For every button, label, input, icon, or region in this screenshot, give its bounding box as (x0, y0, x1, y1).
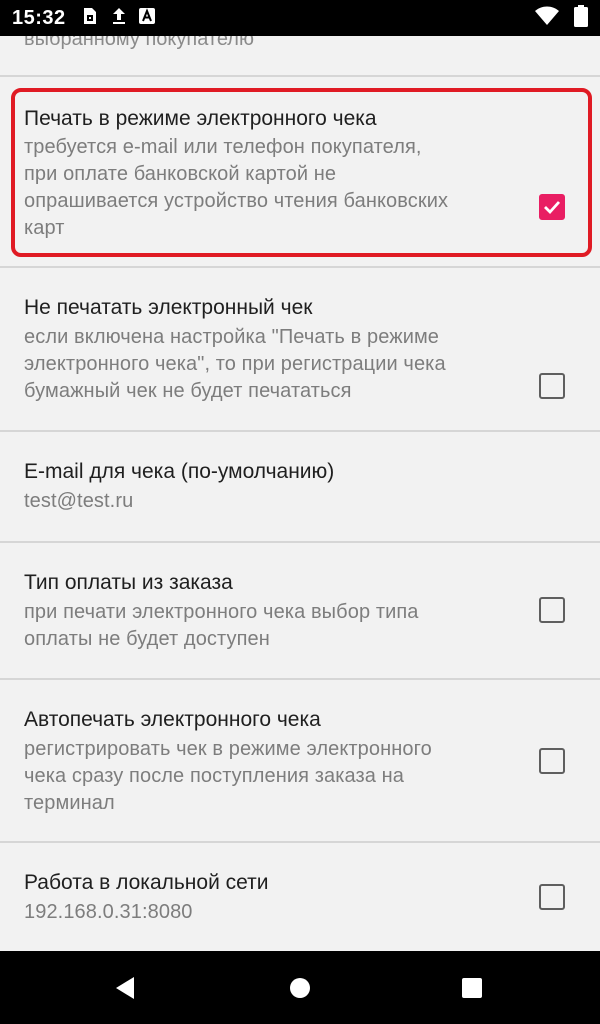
pref-title: Автопечать электронного чека (24, 708, 321, 731)
pref-title: E-mail для чека (по-умолчанию) (24, 460, 335, 483)
home-circle-icon (290, 977, 310, 998)
battery-icon (574, 4, 588, 32)
pref-summary: test@test.ru (24, 490, 134, 512)
pref-payment-type-from-order[interactable]: Тип оплаты из заказа при печати электрон… (0, 543, 600, 679)
pref-default-email[interactable]: E-mail для чека (по-умолчанию) test@test… (0, 432, 600, 542)
pref-local-network[interactable]: Работа в локальной сети 192.168.0.31:808… (0, 843, 600, 951)
sim-card-icon (80, 6, 100, 31)
partial-summary: выбранному покупателю (24, 36, 254, 50)
payment-type-from-order-checkbox[interactable] (539, 597, 565, 623)
print-electronic-receipt-checkbox[interactable] (539, 194, 565, 220)
upload-icon (110, 6, 128, 31)
pref-summary: требуется e-mail или телефон покупателя,… (24, 136, 449, 239)
status-time: 15:32 (12, 6, 66, 29)
status-bar: 15:32 (0, 0, 600, 36)
autoprint-electronic-receipt-checkbox[interactable] (539, 748, 565, 774)
check-icon (544, 201, 561, 215)
pref-title: Печать в режиме электронного чека (24, 107, 377, 130)
navigation-bar (0, 951, 600, 1024)
pref-title: Тип оплаты из заказа (24, 571, 233, 594)
pref-no-print-electronic-receipt[interactable]: Не печатать электронный чек если включен… (0, 268, 600, 432)
local-network-checkbox[interactable] (539, 884, 565, 910)
status-notification-icons (80, 6, 156, 31)
pref-summary: если включена настройка "Печать в режиме… (24, 326, 446, 402)
home-button[interactable] (240, 951, 360, 1024)
back-button[interactable] (65, 951, 185, 1024)
wifi-icon (534, 6, 560, 31)
pref-title: Работа в локальной сети (24, 871, 269, 894)
keyboard-a-icon (138, 7, 156, 30)
no-print-electronic-receipt-checkbox[interactable] (539, 373, 565, 399)
pref-summary: 192.168.0.31:8080 (24, 901, 193, 923)
recents-button[interactable] (412, 951, 532, 1024)
pref-print-electronic-receipt[interactable]: Печать в режиме электронного чека требуе… (0, 77, 600, 268)
preferences-list[interactable]: выбранному покупателю Печать в режиме эл… (0, 36, 600, 951)
pref-summary: регистрировать чек в режиме электронного… (24, 738, 432, 814)
pref-title: Не печатать электронный чек (24, 296, 313, 319)
back-triangle-icon (116, 976, 134, 999)
pref-autoprint-electronic-receipt[interactable]: Автопечать электронного чека регистриров… (0, 680, 600, 842)
recents-square-icon (462, 977, 482, 998)
pref-summary: при печати электронного чека выбор типа … (24, 601, 419, 650)
